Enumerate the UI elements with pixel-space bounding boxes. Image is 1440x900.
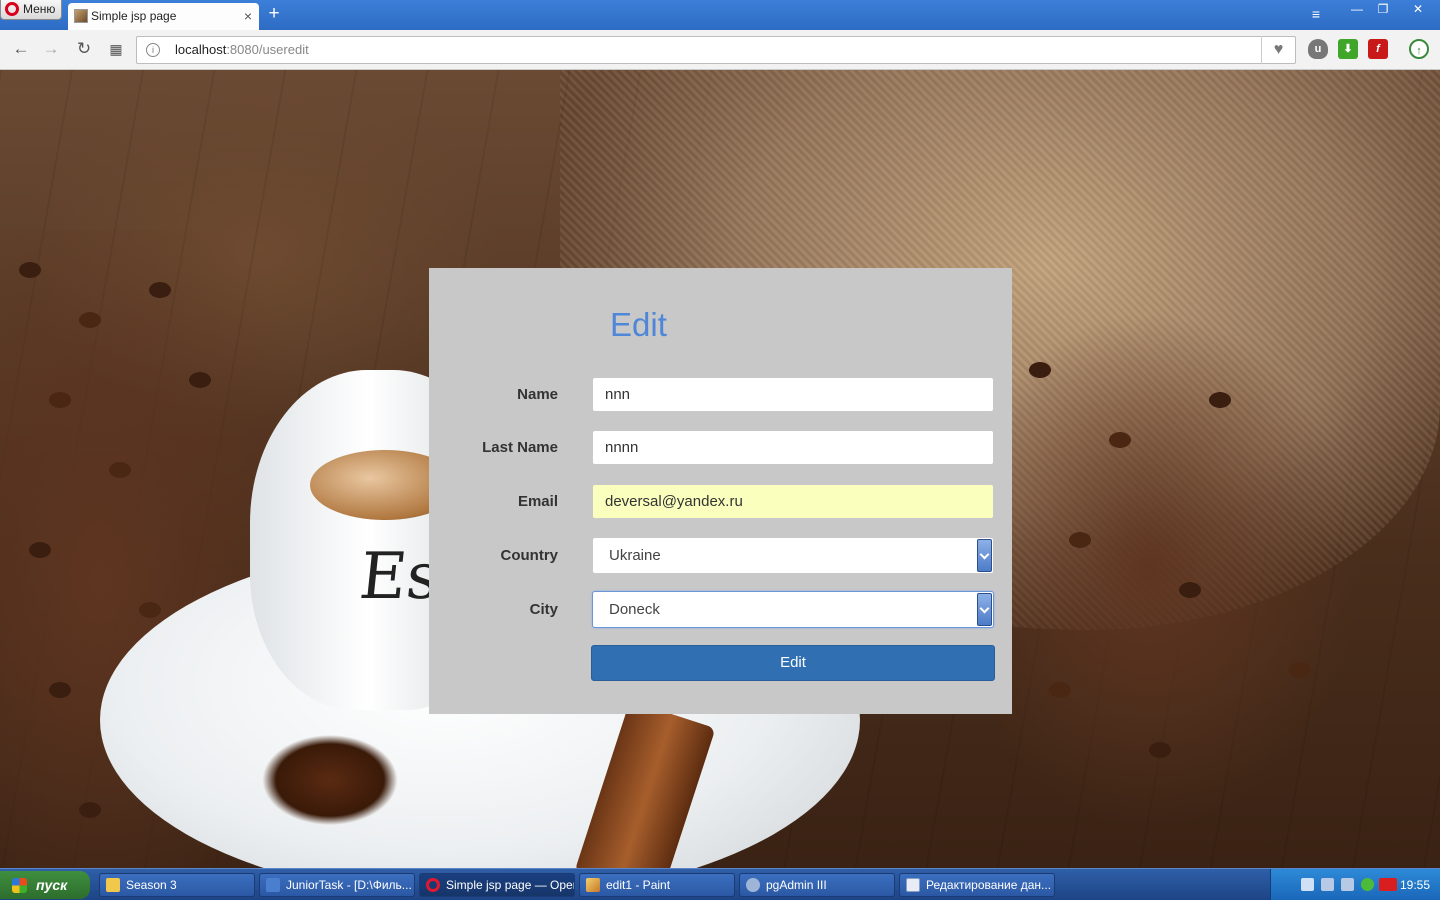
flash-icon[interactable]: f <box>1368 39 1388 59</box>
favicon-icon <box>74 9 88 23</box>
taskbar-item-season3[interactable]: Season 3 <box>99 873 255 897</box>
windows-taskbar: пуск Season 3 JuniorTask - [D:\Филь... S… <box>0 868 1440 900</box>
taskbar-item-paint[interactable]: edit1 - Paint <box>579 873 735 897</box>
reload-icon[interactable]: ↻ <box>73 38 95 60</box>
network2-icon[interactable] <box>1341 878 1354 891</box>
forward-arrow-icon[interactable]: → <box>40 38 62 60</box>
taskbar-item-label: pgAdmin III <box>766 878 827 892</box>
opera-menu-label: Меню <box>23 2 56 16</box>
address-bar[interactable]: i localhost:8080/useredit ♥ <box>136 36 1296 64</box>
taskbar-item-juniortask[interactable]: JuniorTask - [D:\Филь... <box>259 873 415 897</box>
name-input[interactable]: nnn <box>592 377 994 412</box>
antivirus-icon[interactable] <box>1361 878 1374 891</box>
new-tab-button[interactable]: + <box>264 3 284 27</box>
taskbar-item-label: Редактирование дан... <box>926 878 1052 892</box>
browser-tab-active[interactable]: Simple jsp page × <box>68 3 259 30</box>
system-tray: 19:55 <box>1270 869 1440 900</box>
last-name-label: Last Name <box>482 439 558 456</box>
browser-toolbar: ← → ↻ ▦ i localhost:8080/useredit ♥ u ⬇ … <box>0 30 1440 70</box>
tab-title: Simple jsp page <box>91 9 177 23</box>
edit-form-card: Edit Name nnn Last Name nnnn Email dever… <box>429 268 1012 714</box>
network-icon[interactable] <box>1321 878 1334 891</box>
start-label: пуск <box>36 877 68 893</box>
bookmark-heart-icon[interactable]: ♥ <box>1261 36 1295 64</box>
star-anise-image <box>230 700 430 860</box>
window-icon <box>906 878 920 892</box>
name-label: Name <box>517 386 558 403</box>
taskbar-item-label: Simple jsp page — Opera <box>446 878 575 892</box>
taskbar-item-opera[interactable]: Simple jsp page — Opera <box>419 873 575 897</box>
email-label: Email <box>517 493 558 510</box>
clock: 19:55 <box>1399 878 1430 892</box>
city-selected-value: Doneck <box>609 601 660 618</box>
url-host: localhost <box>175 42 227 57</box>
back-arrow-icon[interactable]: ← <box>10 38 32 60</box>
close-window-icon[interactable]: ✕ <box>1396 0 1440 19</box>
opera-menu-button[interactable]: Меню <box>0 0 62 20</box>
country-select[interactable]: Ukraine <box>592 537 994 574</box>
country-label: Country <box>500 547 559 564</box>
bluetooth-icon[interactable] <box>1301 878 1314 891</box>
browser-tab-strip: Меню Simple jsp page × + ≡ — ❐ ✕ <box>0 0 1440 30</box>
url-path: :8080/useredit <box>226 42 309 57</box>
windows-flag-icon <box>12 878 27 893</box>
restore-icon[interactable]: ❐ <box>1370 0 1396 19</box>
city-label: City <box>529 601 558 618</box>
taskbar-item-label: Season 3 <box>126 878 177 892</box>
chevron-down-icon[interactable] <box>977 539 992 572</box>
pgadmin-elephant-icon <box>746 878 760 892</box>
amd-icon[interactable] <box>1379 878 1397 891</box>
opera-icon <box>426 878 440 892</box>
tab-menu-icon[interactable]: ≡ <box>1306 6 1326 24</box>
minimize-icon[interactable]: — <box>1344 0 1370 19</box>
city-select[interactable]: Doneck <box>592 591 994 628</box>
email-input[interactable]: deversal@yandex.ru <box>592 484 994 519</box>
chevron-down-icon[interactable] <box>977 593 992 626</box>
paint-icon <box>586 878 600 892</box>
intellij-icon <box>266 878 280 892</box>
taskbar-item-pgadmin[interactable]: pgAdmin III <box>739 873 895 897</box>
site-info-icon[interactable]: i <box>146 43 160 57</box>
speed-dial-grid-icon[interactable]: ▦ <box>105 38 127 60</box>
last-name-input[interactable]: nnnn <box>592 430 994 465</box>
coffee-beans-right-image <box>1000 310 1440 868</box>
folder-icon <box>106 878 120 892</box>
taskbar-item-label: edit1 - Paint <box>606 878 671 892</box>
edit-submit-button[interactable]: Edit <box>591 645 995 681</box>
taskbar-item-edit-data[interactable]: Редактирование дан... <box>899 873 1055 897</box>
opera-logo-icon <box>5 2 19 16</box>
window-controls: — ❐ ✕ <box>1344 0 1440 20</box>
update-icon[interactable]: ↑ <box>1409 39 1429 59</box>
tab-close-icon[interactable]: × <box>244 3 252 29</box>
country-selected-value: Ukraine <box>609 547 661 564</box>
taskbar-item-label: JuniorTask - [D:\Филь... <box>286 878 412 892</box>
ublock-shield-icon[interactable]: u <box>1308 39 1328 59</box>
form-title: Edit <box>610 306 667 343</box>
start-button[interactable]: пуск <box>0 871 90 899</box>
download-arrow-icon[interactable]: ⬇ <box>1338 39 1358 59</box>
